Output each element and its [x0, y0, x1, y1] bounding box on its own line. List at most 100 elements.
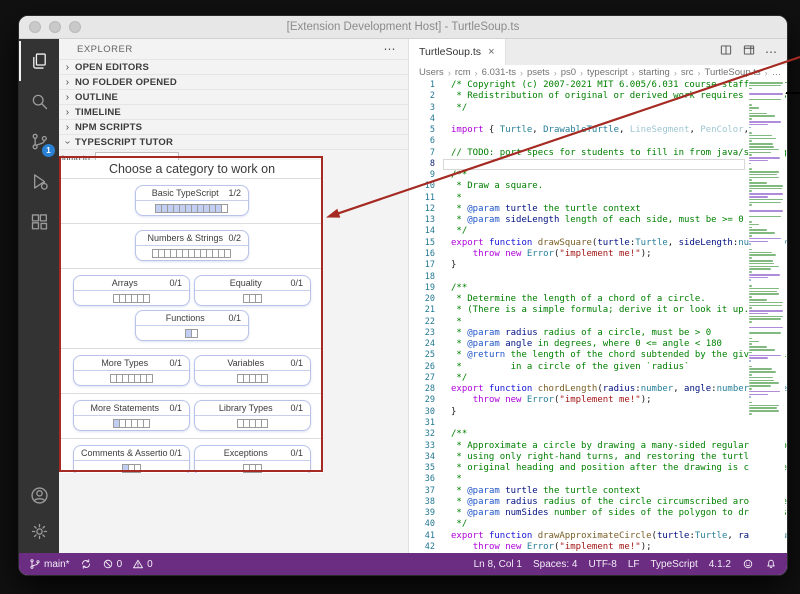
code-line[interactable]: 41 export function drawApproximateCircle(…: [409, 531, 787, 542]
close-tab-icon[interactable]: ×: [488, 46, 494, 58]
status-item-lf[interactable]: LF: [628, 559, 640, 570]
code-line[interactable]: 26 * in a circle of the given `radius`: [409, 362, 787, 373]
category-more-statements[interactable]: More Statements 0/1: [73, 400, 190, 431]
breadcrumb-item[interactable]: starting: [639, 67, 670, 78]
breadcrumb-item[interactable]: typescript: [587, 67, 628, 78]
code-line[interactable]: 14 */: [409, 226, 787, 237]
sidebar-section-npm-scripts[interactable]: › NPM SCRIPTS: [59, 119, 408, 134]
sidebar-section-timeline[interactable]: › TIMELINE: [59, 104, 408, 119]
code-line[interactable]: 5 import { Turtle, DrawableTurtle, LineSe…: [409, 125, 787, 136]
breadcrumb-item[interactable]: Users: [419, 67, 444, 78]
category-comments-assertions[interactable]: Comments & Assertions 0/1: [73, 445, 190, 473]
code-line[interactable]: 31: [409, 418, 787, 429]
minimap[interactable]: [749, 80, 785, 553]
code-line[interactable]: 27 */: [409, 373, 787, 384]
close-window-button[interactable]: [29, 21, 41, 33]
sidebar-section-outline[interactable]: › OUTLINE: [59, 89, 408, 104]
status-item-ln-8-col-1[interactable]: Ln 8, Col 1: [474, 559, 522, 570]
code-line[interactable]: 10 * Draw a square.: [409, 181, 787, 192]
activity-item-source-control[interactable]: 1: [19, 121, 59, 161]
category-variables[interactable]: Variables 0/1: [194, 355, 311, 386]
activity-item-search[interactable]: [19, 81, 59, 121]
breadcrumb-item[interactable]: rcm: [455, 67, 471, 78]
activity-item-settings[interactable]: [19, 513, 59, 549]
category-numbers-strings[interactable]: Numbers & Strings 0/2: [135, 230, 249, 261]
code-line[interactable]: 39 * @param numSides number of sides of …: [409, 508, 787, 519]
code-line[interactable]: 24 * @param angle in degrees, where 0 <=…: [409, 339, 787, 350]
code-line[interactable]: 35 * original heading and position after…: [409, 463, 787, 474]
line-number: 8: [429, 158, 435, 169]
code-line[interactable]: 36 *: [409, 474, 787, 485]
code-line[interactable]: 16 throw new Error("implement me!");: [409, 249, 787, 260]
code-editor[interactable]: 1/* Copyright (c) 2007-2021 MIT 6.005/6.…: [409, 80, 787, 553]
code-line[interactable]: 6: [409, 136, 787, 147]
code-line[interactable]: 2 * Redistribution of original or derive…: [409, 91, 787, 102]
code-line[interactable]: 25 * @return the length of the chord sub…: [409, 350, 787, 361]
breadcrumb-item[interactable]: TurtleSoup.ts: [705, 67, 761, 78]
code-line[interactable]: 20 * Determine the length of a chord of …: [409, 294, 787, 305]
activity-item-explorer[interactable]: [19, 41, 59, 81]
breadcrumb-item[interactable]: src: [681, 67, 694, 78]
code-line[interactable]: 23 * @param radius radius of a circle, m…: [409, 328, 787, 339]
code-line[interactable]: 30}: [409, 407, 787, 418]
code-line[interactable]: 34 * using only right-hand turns, and re…: [409, 452, 787, 463]
code-line[interactable]: 21 * (There is a simple formula; derive …: [409, 305, 787, 316]
tab-turtlesoup[interactable]: TurtleSoup.ts ×: [409, 39, 506, 65]
code-line[interactable]: 12 * @param turtle the turtle context: [409, 204, 787, 215]
code-line[interactable]: 8: [409, 158, 787, 171]
category-basic-typescript[interactable]: Basic TypeScript 1/2: [135, 185, 249, 216]
category-more-types[interactable]: More Types 0/1: [73, 355, 190, 386]
code-line[interactable]: 29 throw new Error("implement me!");: [409, 395, 787, 406]
code-line[interactable]: 7// TODO: port specs for students to fil…: [409, 148, 787, 159]
code-line[interactable]: 18: [409, 272, 787, 283]
zoom-window-button[interactable]: [69, 21, 81, 33]
code-line[interactable]: 3 */: [409, 103, 787, 114]
status-item-spaces-4[interactable]: Spaces: 4: [533, 559, 577, 570]
code-line[interactable]: 37 * @param turtle the turtle context: [409, 486, 787, 497]
code-line[interactable]: 28 export function chordLength(radius:num…: [409, 384, 787, 395]
code-line[interactable]: 1/* Copyright (c) 2007-2021 MIT 6.005/6.…: [409, 80, 787, 91]
activity-item-accounts[interactable]: [19, 477, 59, 513]
category-library-types[interactable]: Library Types 0/1: [194, 400, 311, 431]
status-item-typescript[interactable]: TypeScript: [651, 559, 698, 570]
status-item-sync[interactable]: [80, 558, 92, 570]
status-item-0[interactable]: 0: [102, 558, 122, 570]
sidebar-section-open-editors[interactable]: › OPEN EDITORS: [59, 59, 408, 74]
code-line[interactable]: 32/**: [409, 429, 787, 440]
breadcrumb-item[interactable]: ps0: [561, 67, 576, 78]
editor-layout-button[interactable]: [742, 43, 756, 62]
code-line[interactable]: 4: [409, 114, 787, 125]
code-line[interactable]: 19/**: [409, 283, 787, 294]
code-line[interactable]: 22 *: [409, 317, 787, 328]
status-item-utf-8[interactable]: UTF-8: [588, 559, 616, 570]
more-actions-icon[interactable]: ⋯: [384, 42, 397, 56]
category-functions[interactable]: Functions 0/1: [135, 310, 249, 341]
code-line[interactable]: 33 * Approximate a circle by drawing a m…: [409, 441, 787, 452]
split-editor-button[interactable]: [719, 43, 733, 62]
category-equality[interactable]: Equality 0/1: [194, 275, 311, 306]
code-line[interactable]: 17}: [409, 260, 787, 271]
code-line[interactable]: 40 */: [409, 519, 787, 530]
code-line[interactable]: 9/**: [409, 170, 787, 181]
category-exceptions[interactable]: Exceptions 0/1: [194, 445, 311, 473]
code-line[interactable]: 38 * @param radius radius of the circle …: [409, 497, 787, 508]
code-line[interactable]: 13 * @param sideLength length of each si…: [409, 215, 787, 226]
activity-item-run-debug[interactable]: [19, 161, 59, 201]
breadcrumb-item[interactable]: 6.031-ts: [482, 67, 516, 78]
status-item-main[interactable]: main*: [29, 558, 70, 570]
breadcrumb-item[interactable]: …: [772, 67, 782, 78]
sidebar-section-typescript-tutor[interactable]: › TYPESCRIPT TUTOR: [59, 134, 408, 149]
minimize-window-button[interactable]: [49, 21, 61, 33]
activity-item-extensions[interactable]: [19, 201, 59, 241]
status-item-0[interactable]: 0: [132, 558, 153, 570]
status-item-4-1-2[interactable]: 4.1.2: [709, 559, 731, 570]
code-line[interactable]: 42 throw new Error("implement me!");: [409, 542, 787, 553]
code-line[interactable]: 15 export function drawSquare(turtle:Turt…: [409, 238, 787, 249]
breadcrumb-item[interactable]: psets: [527, 67, 550, 78]
status-item-feedback[interactable]: [742, 558, 754, 570]
editor-more-actions-icon[interactable]: ⋯: [765, 46, 777, 58]
category-arrays[interactable]: Arrays 0/1: [73, 275, 190, 306]
code-line[interactable]: 11 *: [409, 193, 787, 204]
sidebar-section-no-folder-opened[interactable]: › NO FOLDER OPENED: [59, 74, 408, 89]
status-item-bell[interactable]: [765, 558, 777, 570]
